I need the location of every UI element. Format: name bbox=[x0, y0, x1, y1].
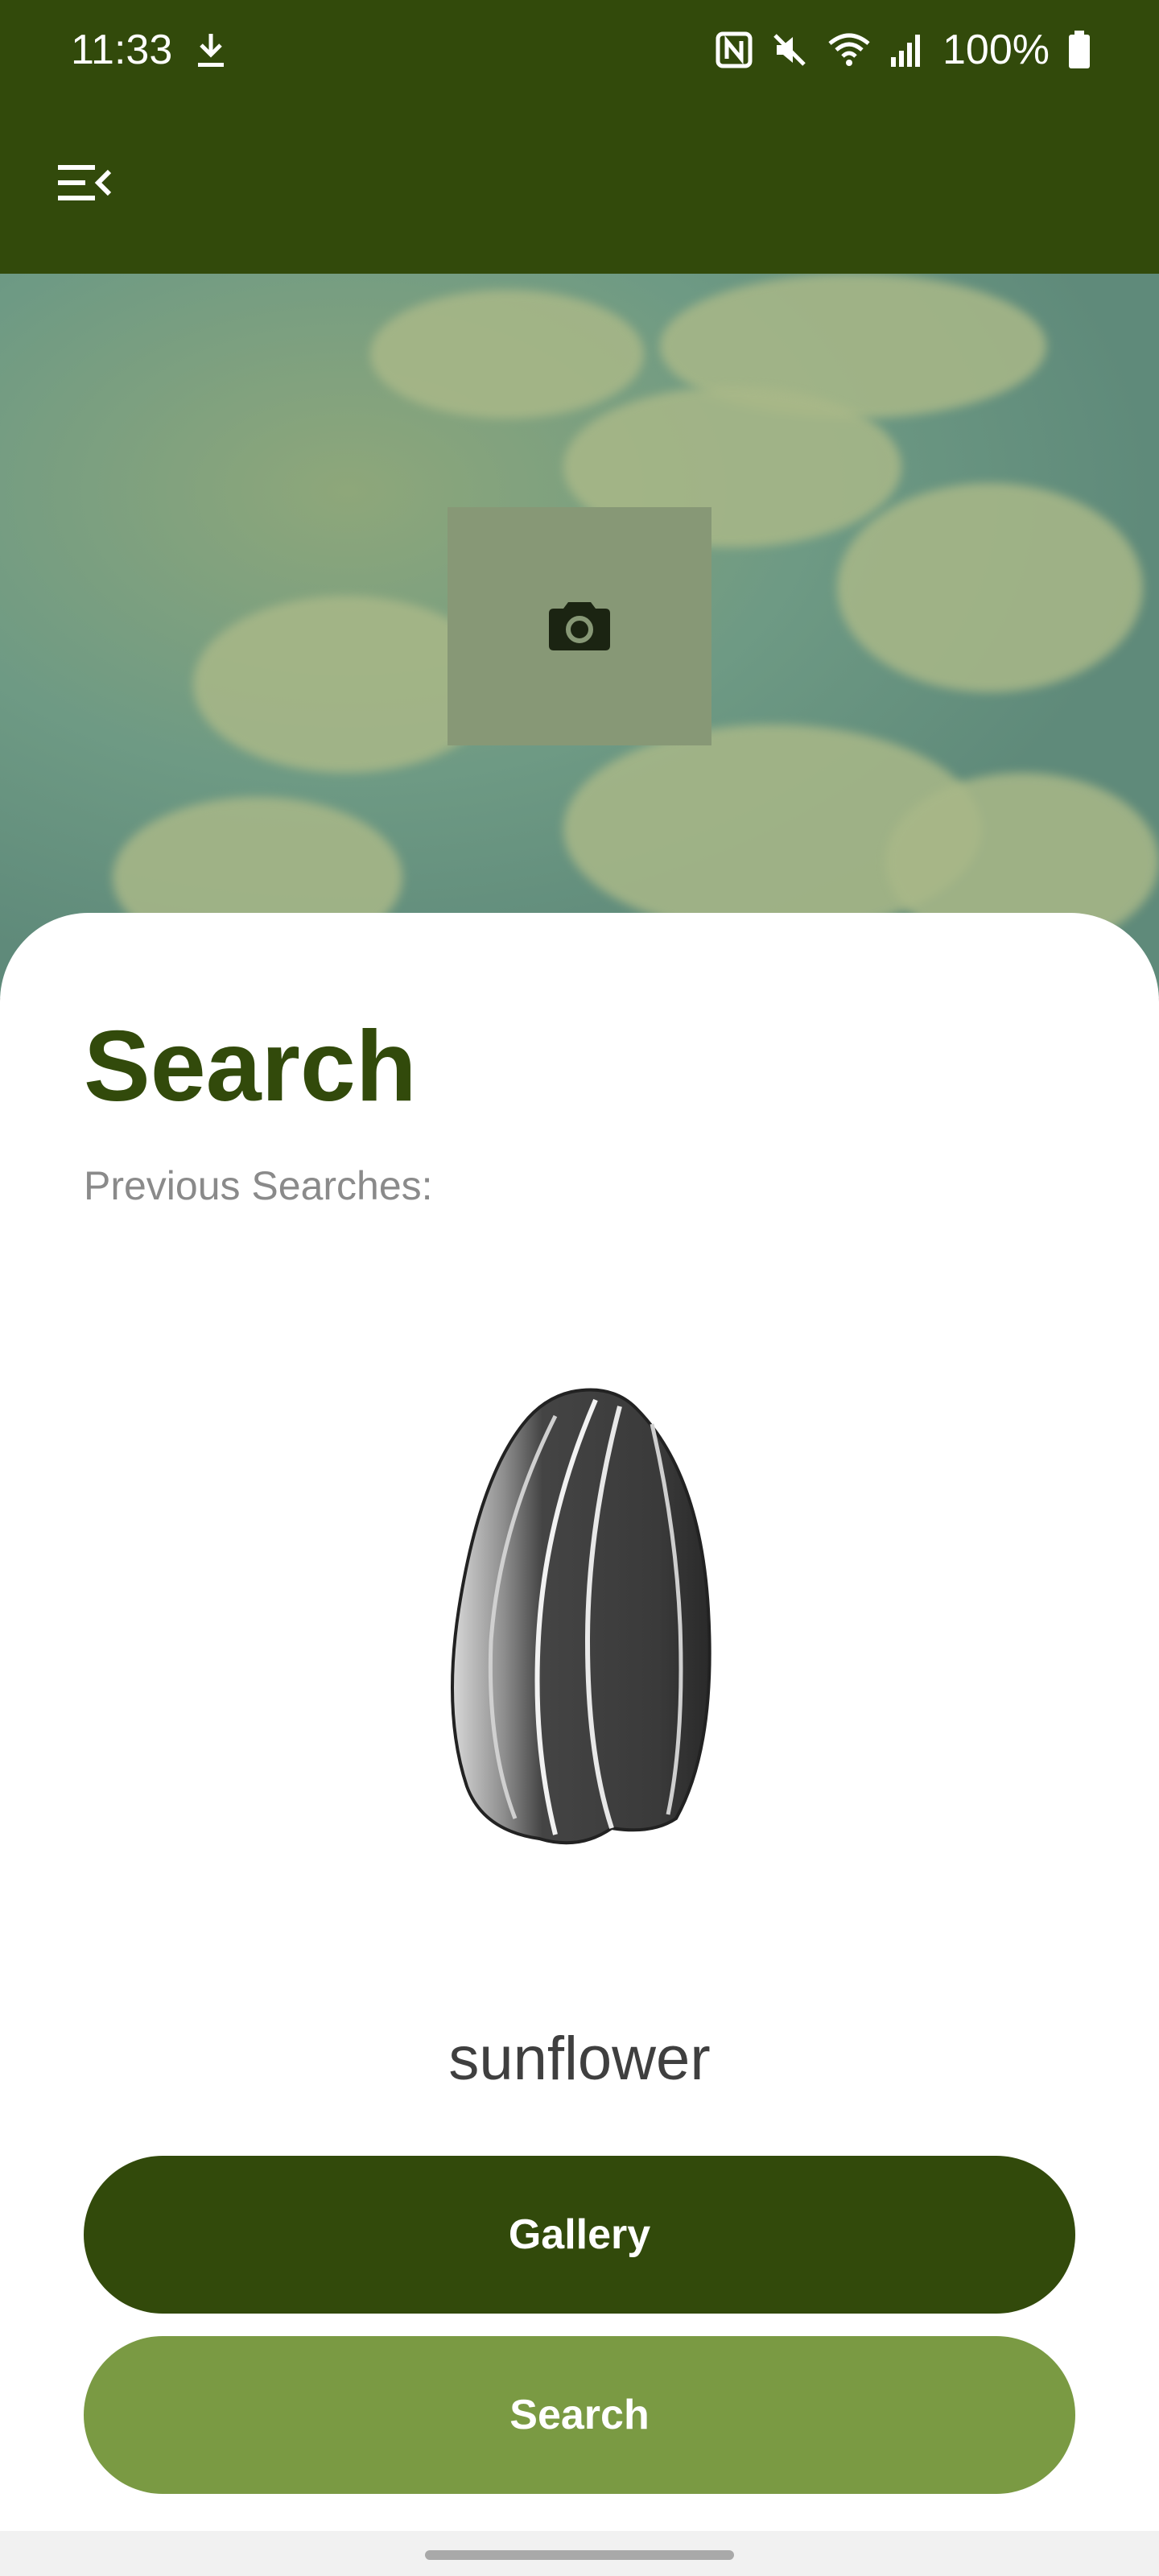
camera-icon bbox=[547, 597, 612, 656]
menu-button[interactable] bbox=[48, 148, 121, 221]
previous-searches-label: Previous Searches: bbox=[84, 1163, 433, 1208]
home-indicator[interactable] bbox=[425, 2550, 734, 2560]
status-left: 11:33 bbox=[71, 26, 227, 74]
sunflower-seed-image[interactable] bbox=[435, 1368, 724, 1851]
navigation-bar bbox=[0, 2531, 1159, 2576]
cloud-shape bbox=[370, 290, 644, 419]
cloud-shape bbox=[837, 483, 1143, 692]
search-result-label[interactable]: sunflower bbox=[0, 2024, 1159, 2094]
download-icon bbox=[195, 31, 227, 69]
status-bar: 11:33 100% bbox=[0, 0, 1159, 100]
status-time: 11:33 bbox=[71, 27, 173, 73]
battery-icon bbox=[1067, 31, 1091, 69]
search-sheet: Search Previous Searches: sunflower Gall… bbox=[0, 913, 1159, 2531]
mute-icon bbox=[770, 31, 809, 69]
hero-banner bbox=[0, 274, 1159, 998]
menu-collapse-icon bbox=[56, 160, 113, 209]
search-button[interactable]: Search bbox=[84, 2336, 1075, 2494]
wifi-icon bbox=[827, 31, 872, 69]
page-title: Search bbox=[84, 1011, 417, 1122]
battery-percent: 100% bbox=[942, 27, 1050, 73]
gallery-button[interactable]: Gallery bbox=[84, 2156, 1075, 2314]
nfc-icon bbox=[716, 31, 753, 68]
camera-button[interactable] bbox=[448, 507, 711, 745]
app-bar bbox=[0, 100, 1159, 274]
status-right: 100% bbox=[716, 26, 1091, 74]
signal-icon bbox=[889, 31, 925, 68]
